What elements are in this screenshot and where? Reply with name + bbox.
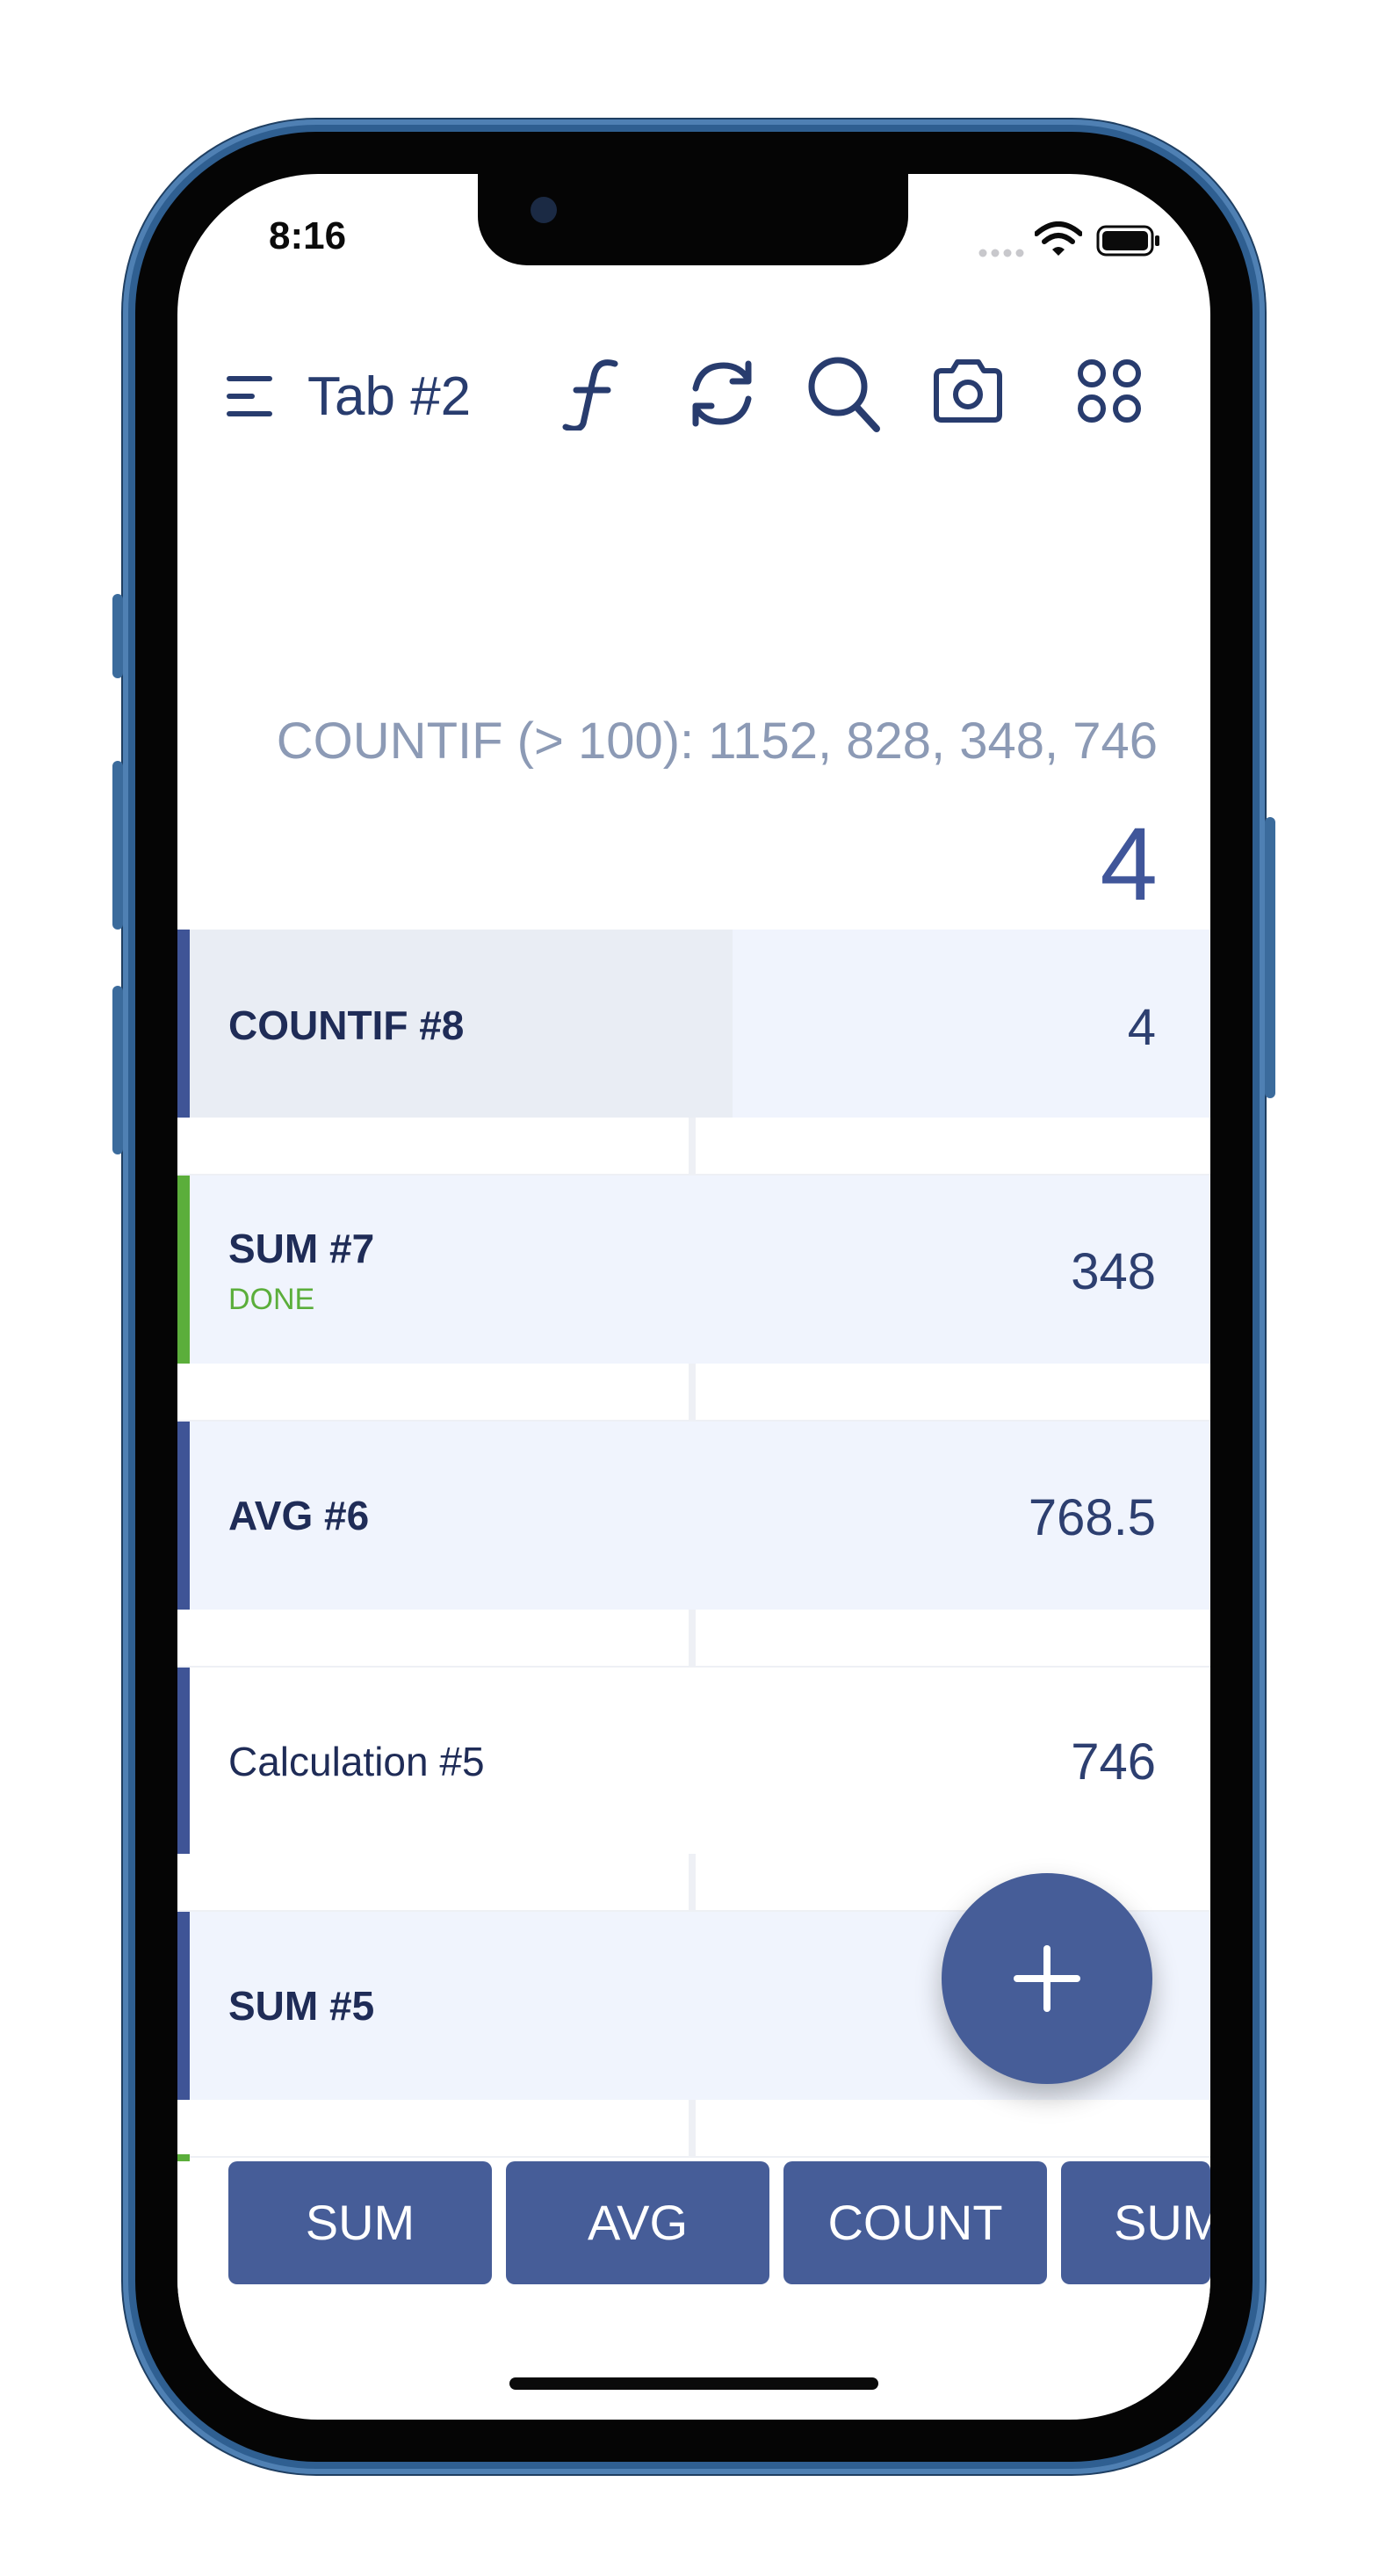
- quick-function-bar: SUM AVG COUNT SUM: [177, 2161, 1210, 2311]
- row-color-bar: [177, 1668, 190, 1854]
- sum-button[interactable]: SUM: [228, 2161, 492, 2284]
- function-icon[interactable]: [562, 358, 624, 431]
- row-separator: [177, 1118, 1210, 1176]
- add-button[interactable]: [942, 1873, 1152, 2084]
- side-button-volume-up: [112, 761, 123, 930]
- battery-icon: [1096, 225, 1159, 257]
- camera-icon[interactable]: [931, 358, 1005, 423]
- menu-icon[interactable]: [227, 374, 276, 418]
- side-button-power: [1265, 817, 1275, 1098]
- row-value: 348: [1071, 1243, 1156, 1300]
- search-icon[interactable]: [806, 355, 882, 434]
- refresh-icon[interactable]: [685, 357, 759, 431]
- home-indicator[interactable]: [509, 2377, 878, 2390]
- list-item[interactable]: COUNTIF #8 4: [177, 930, 1210, 1118]
- avg-button[interactable]: AVG: [506, 2161, 769, 2284]
- row-label: SUM #7: [228, 1226, 375, 1271]
- tab-title[interactable]: Tab #2: [307, 365, 471, 428]
- row-color-bar: [177, 1912, 190, 2100]
- row-label: SUM #5: [228, 1983, 375, 2029]
- row-label: AVG #6: [228, 1493, 370, 1538]
- row-separator: [177, 1364, 1210, 1422]
- side-button-mute: [112, 594, 123, 678]
- result-display: 4: [1100, 807, 1158, 923]
- row-separator: [177, 1610, 1210, 1668]
- notch: [478, 174, 908, 265]
- side-button-volume-down: [112, 986, 123, 1154]
- list-item[interactable]: AVG #6 768.5: [177, 1422, 1210, 1610]
- row-color-bar: [177, 1176, 190, 1364]
- cellular-signal-icon: [978, 249, 1024, 257]
- expression-display: COUNTIF (> 100): 1152, 828, 348, 746: [276, 713, 1158, 770]
- list-item[interactable]: SUM #7 DONE 348: [177, 1176, 1210, 1364]
- row-status: DONE: [228, 1283, 315, 1316]
- status-time: 8:16: [269, 214, 347, 257]
- count-button[interactable]: COUNT: [783, 2161, 1047, 2284]
- front-camera: [531, 197, 557, 223]
- app-screen: 8:16 Tab #2 COUNTIF (> 100): 1152, 828, …: [177, 174, 1210, 2420]
- row-value: 746: [1071, 1733, 1156, 1791]
- row-label: COUNTIF #8: [228, 1002, 465, 1048]
- list-item[interactable]: Calculation #5 746: [177, 1666, 1210, 1854]
- toolbar: Tab #2: [177, 350, 1210, 441]
- row-color-bar: [177, 1422, 190, 1610]
- row-label: Calculation #5: [228, 1739, 485, 1784]
- sum-button-partial[interactable]: SUM: [1061, 2161, 1210, 2284]
- row-value: 768.5: [1028, 1489, 1156, 1546]
- grid-icon[interactable]: [1077, 358, 1142, 423]
- row-value: 4: [1127, 999, 1156, 1056]
- row-separator: [177, 2100, 1210, 2158]
- row-color-bar: [177, 930, 190, 1118]
- wifi-icon: [1035, 221, 1082, 256]
